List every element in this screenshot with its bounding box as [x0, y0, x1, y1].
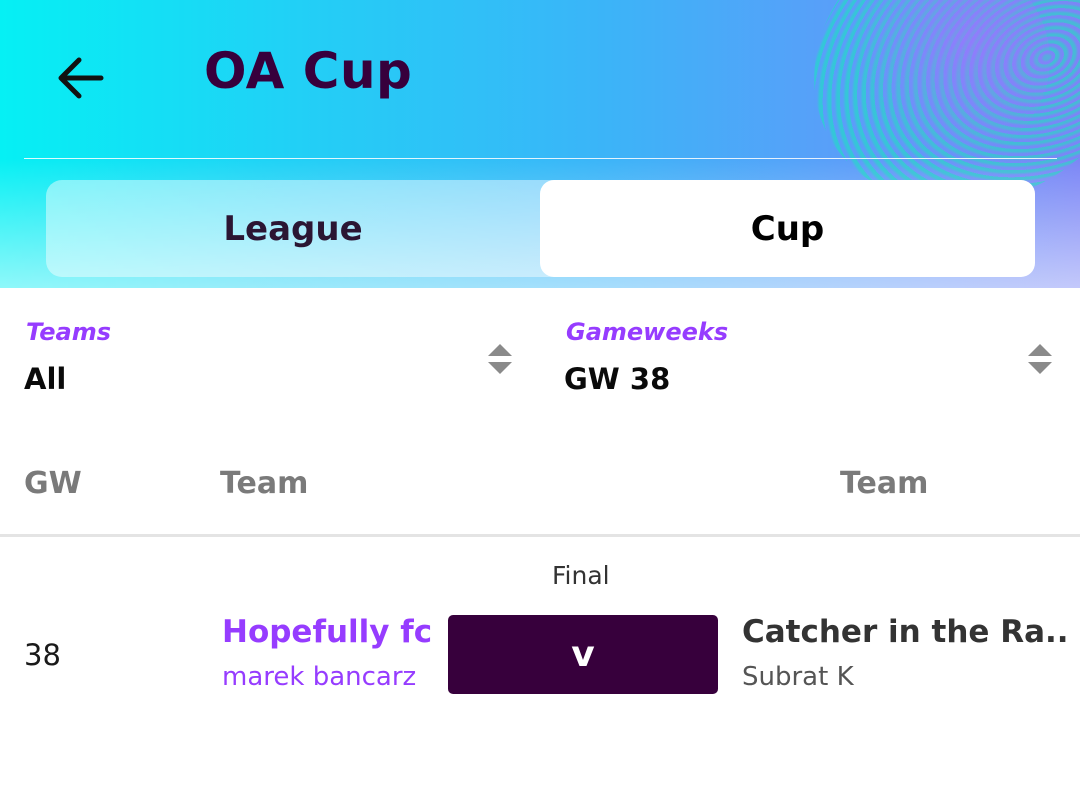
column-header-home-team: Team	[220, 466, 309, 501]
back-button[interactable]	[50, 50, 110, 106]
round-label: Final	[552, 561, 610, 590]
teams-filter-value: All	[24, 362, 67, 396]
gameweeks-filter-label: Gameweeks	[566, 318, 729, 346]
away-manager-name: Subrat K	[742, 662, 854, 692]
table-divider	[0, 534, 1080, 537]
home-team-name[interactable]: Hopefully fc	[222, 614, 432, 650]
home-manager-name: marek bancarz	[222, 662, 417, 692]
column-header-gw: GW	[24, 466, 82, 501]
fixture-gameweek: 38	[24, 638, 61, 672]
tab-league[interactable]: League	[46, 180, 540, 277]
versus-button[interactable]: v	[448, 615, 718, 694]
gameweeks-filter-value: GW 38	[564, 362, 671, 396]
tab-cup[interactable]: Cup	[540, 180, 1035, 277]
header-divider	[24, 158, 1057, 159]
away-team-name[interactable]: Catcher in the Ra..	[742, 614, 1069, 650]
sort-arrows-icon[interactable]	[1027, 343, 1053, 375]
teams-filter-label: Teams	[26, 318, 112, 346]
sort-arrows-icon[interactable]	[487, 343, 513, 375]
page-title: OA Cup	[204, 42, 413, 100]
column-header-away-team: Team	[840, 466, 929, 501]
arrow-left-icon	[58, 57, 104, 99]
